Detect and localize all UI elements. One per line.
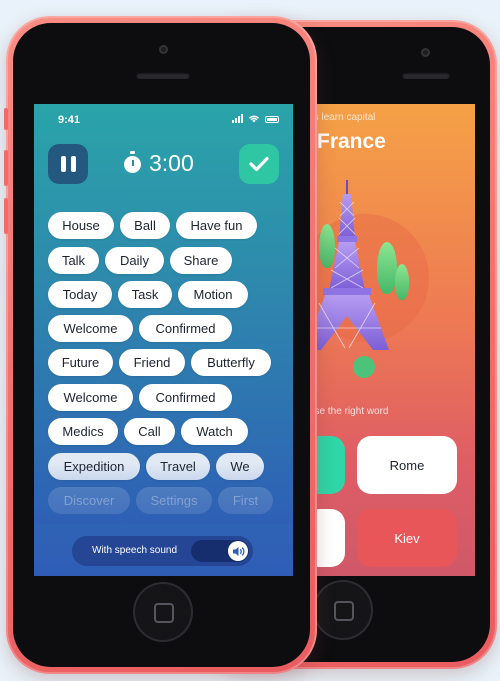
answer-option-rome[interactable]: Rome (357, 436, 457, 494)
word-chip[interactable]: Today (48, 281, 112, 308)
word-chip[interactable]: Confirmed (139, 384, 232, 411)
front-phone-speaker (136, 72, 190, 79)
countdown-timer: 3:00 (124, 148, 194, 178)
bush-icon (353, 356, 375, 378)
timer-value: 3:00 (149, 149, 194, 176)
battery-icon (265, 116, 279, 123)
lesson-subtitle: t's learn capital (309, 112, 376, 123)
speech-sound-toggle[interactable] (191, 540, 249, 562)
word-game-screen: 9:41 3:00 House Ball Have fun Talk Daily… (34, 104, 293, 576)
front-phone-volume-down (4, 198, 8, 234)
word-chip[interactable]: Share (170, 247, 232, 274)
word-chip[interactable]: Welcome (48, 384, 133, 411)
word-chip[interactable]: Have fun (176, 212, 257, 239)
back-phone-speaker (402, 72, 450, 79)
eiffel-tower-illustration (309, 180, 389, 350)
word-chip[interactable]: Welcome (48, 315, 133, 342)
word-chip[interactable]: Task (118, 281, 172, 308)
capitals-screen: t's learn capital France ose the right w… (309, 104, 475, 576)
confirm-button[interactable] (239, 144, 279, 184)
word-chip[interactable]: Ball (120, 212, 170, 239)
word-chip[interactable]: First (218, 487, 273, 514)
front-phone-volume-up (4, 150, 8, 186)
word-chip[interactable]: Talk (48, 247, 99, 274)
word-chip[interactable]: We (216, 453, 264, 480)
front-phone-camera (159, 45, 168, 54)
back-home-button[interactable] (313, 580, 373, 640)
word-chip[interactable]: Friend (119, 349, 185, 376)
pause-button[interactable] (48, 144, 88, 184)
front-phone-side-button (4, 108, 8, 130)
word-chip[interactable]: Future (48, 349, 113, 376)
signal-icon (232, 114, 243, 123)
word-chip[interactable]: Watch (181, 418, 248, 445)
status-time: 9:41 (58, 114, 81, 126)
word-chip[interactable]: Motion (178, 281, 248, 308)
back-phone-camera (421, 48, 430, 57)
word-chip[interactable]: Settings (136, 487, 212, 514)
status-bar: 9:41 (34, 104, 293, 130)
status-icons (232, 114, 279, 123)
pause-icon (60, 156, 66, 172)
word-chip[interactable]: Expedition (48, 453, 140, 480)
word-chip[interactable]: Butterfly (191, 349, 271, 376)
check-icon (249, 156, 269, 172)
question-prompt: ose the right word (309, 406, 389, 417)
front-home-button[interactable] (133, 582, 193, 642)
word-chip[interactable]: Daily (105, 247, 164, 274)
word-chip[interactable]: Medics (48, 418, 118, 445)
speech-sound-label: With speech sound (92, 545, 178, 556)
country-title: France (317, 130, 386, 153)
toggle-knob (228, 541, 248, 561)
word-chip[interactable]: Discover (48, 487, 130, 514)
speaker-icon (232, 546, 244, 556)
stopwatch-icon (124, 151, 141, 173)
wifi-icon (248, 115, 260, 123)
word-chip[interactable]: House (48, 212, 114, 239)
word-chip[interactable]: Call (124, 418, 175, 445)
speech-sound-toggle-row: With speech sound (72, 536, 253, 566)
answer-option-kiev[interactable]: Kiev (357, 509, 457, 567)
word-chip[interactable]: Confirmed (139, 315, 232, 342)
word-chip[interactable]: Travel (146, 453, 210, 480)
